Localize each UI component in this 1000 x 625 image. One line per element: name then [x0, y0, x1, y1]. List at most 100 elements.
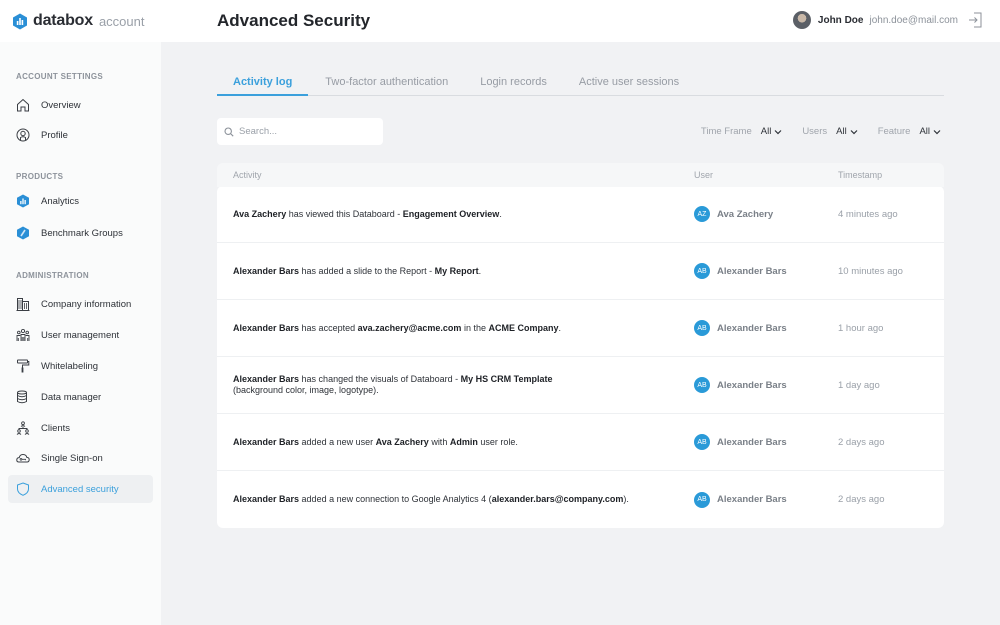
tab-activity-log[interactable]: Activity log [217, 74, 309, 96]
table-header: Activity User Timestamp [217, 163, 944, 187]
shield-icon [16, 482, 30, 496]
benchmark-icon [16, 226, 30, 240]
activity-user[interactable]: AB Alexander Bars [694, 357, 787, 413]
user-initials-avatar: AZ [694, 206, 710, 222]
page-title: Advanced Security [217, 11, 371, 30]
activity-user[interactable]: AB Alexander Bars [694, 471, 787, 528]
section-label-account-settings: ACCOUNT SETTINGS [16, 72, 104, 81]
activity-highlight: Admin [449, 436, 478, 447]
sidebar-item-label: Overview [41, 99, 81, 111]
user-menu[interactable]: John Doe john.doe@mail.com [792, 11, 982, 29]
activity-timestamp: 10 minutes ago [838, 265, 903, 277]
activity-highlight: Alexander Bars [233, 494, 300, 504]
tab-two-factor-authentication[interactable]: Two-factor authentication [308, 74, 464, 95]
user-name: Alexander Bars [717, 494, 787, 505]
databox-logo-icon [13, 13, 27, 29]
sidebar-item-single-sign-on[interactable]: Single Sign-on [8, 444, 153, 472]
sidebar-item-user-management[interactable]: User management [8, 321, 153, 349]
search-box [217, 118, 383, 145]
sidebar-item-analytics[interactable]: Analytics [8, 187, 153, 215]
activity-highlight: alexander.bars@company.com [491, 494, 624, 504]
table-row[interactable]: Ava Zachery has viewed this Databoard - … [217, 186, 944, 243]
user-name: Alexander Bars [717, 379, 787, 391]
sidebar-item-label: User management [41, 329, 120, 341]
activity-highlight: Alexander Bars [233, 322, 300, 333]
user-email: john.doe@mail.com [869, 14, 958, 26]
table-row[interactable]: Alexander Bars added a new connection to… [217, 471, 944, 528]
sidebar-item-profile[interactable]: Profile [8, 121, 153, 149]
activity-highlight: My HS CRM Template [460, 374, 553, 384]
sidebar-item-label: Benchmark Groups [41, 227, 123, 239]
activity-text: . [558, 322, 561, 333]
activity-highlight: ava.zachery@acme.com [357, 322, 462, 333]
activity-user[interactable]: AZ Ava Zachery [694, 186, 773, 242]
table-row[interactable]: Alexander Bars has changed the visuals o… [217, 357, 944, 414]
table-row[interactable]: Alexander Bars has added a slide to the … [217, 243, 944, 300]
activity-highlight: My Report [434, 265, 479, 276]
chevron-down-icon [774, 129, 782, 134]
tab-active-user-sessions[interactable]: Active user sessions [563, 74, 695, 95]
sidebar-item-benchmark-groups[interactable]: Benchmark Groups [8, 219, 153, 247]
activity-text: ). [623, 494, 629, 504]
building-icon [16, 297, 30, 311]
activity-highlight: Ava Zachery [375, 436, 429, 447]
table-row[interactable]: Alexander Bars added a new user Ava Zach… [217, 414, 944, 471]
filter-users[interactable]: Users All [802, 126, 858, 137]
user-avatar[interactable] [792, 11, 811, 29]
logout-icon[interactable] [968, 12, 982, 28]
profile-icon [16, 128, 30, 142]
sidebar-item-label: Clients [41, 422, 71, 434]
search-input[interactable] [239, 126, 379, 137]
user-initials-avatar: AB [694, 491, 710, 508]
activity-user[interactable]: AB Alexander Bars [694, 300, 787, 356]
sidebar-item-whitelabeling[interactable]: Whitelabeling [8, 352, 153, 380]
user-initials-avatar: AB [694, 377, 710, 393]
sidebar-item-company-information[interactable]: Company information [8, 290, 153, 318]
activity-timestamp: 2 days ago [838, 436, 885, 448]
paint-roller-icon [16, 359, 30, 373]
home-icon [16, 98, 30, 112]
activity-text: . [499, 208, 502, 219]
column-header-activity: Activity [233, 170, 262, 180]
user-name: Alexander Bars [717, 322, 787, 334]
activity-timestamp: 2 days ago [838, 494, 885, 505]
activity-text: (background color, image, logotype). [233, 385, 379, 395]
filters-bar: Time Frame All Users All Feature All [681, 126, 941, 137]
activity-description: Alexander Bars added a new connection to… [233, 471, 683, 528]
table-row[interactable]: Alexander Bars has accepted ava.zachery@… [217, 300, 944, 357]
sidebar-item-label: Company information [41, 298, 132, 310]
table-body: Ava Zachery has viewed this Databoard - … [217, 186, 944, 528]
sidebar-item-advanced-security[interactable]: Advanced security [8, 475, 153, 503]
sidebar-item-label: Whitelabeling [41, 360, 99, 372]
activity-timestamp: 4 minutes ago [838, 208, 898, 220]
user-name: Ava Zachery [717, 208, 774, 220]
activity-text: added a new user [299, 436, 376, 447]
users-icon [16, 328, 30, 342]
sidebar-item-label: Advanced security [41, 483, 119, 495]
filter-value: All [836, 126, 847, 137]
activity-user[interactable]: AB Alexander Bars [694, 243, 787, 299]
brand-logo[interactable]: databox account [12, 12, 145, 30]
clients-icon [16, 421, 30, 435]
column-header-timestamp: Timestamp [838, 170, 883, 180]
sidebar-item-label: Single Sign-on [41, 452, 103, 464]
sidebar-item-data-manager[interactable]: Data manager [8, 383, 153, 411]
activity-timestamp: 1 hour ago [838, 322, 884, 334]
user-initials-avatar: AB [694, 320, 710, 336]
user-initials-avatar: AB [694, 434, 710, 450]
filter-time-frame[interactable]: Time Frame All [701, 126, 782, 137]
filter-feature[interactable]: Feature All [878, 126, 941, 137]
section-label-administration: ADMINISTRATION [16, 271, 89, 280]
tab-login-records[interactable]: Login records [464, 74, 563, 95]
sidebar-item-clients[interactable]: Clients [8, 414, 153, 442]
user-name: Alexander Bars [717, 265, 787, 277]
security-tabs: Activity log Two-factor authentication L… [217, 74, 944, 96]
analytics-icon [16, 194, 30, 208]
sidebar-item-label: Profile [41, 129, 68, 141]
sidebar-item-overview[interactable]: Overview [8, 91, 153, 119]
activity-highlight: ACME Company [488, 322, 559, 333]
activity-text: . [478, 265, 482, 276]
activity-text: has added a slide to the Report - [299, 265, 435, 276]
activity-user[interactable]: AB Alexander Bars [694, 414, 787, 470]
sidebar-item-label: Data manager [41, 391, 102, 403]
